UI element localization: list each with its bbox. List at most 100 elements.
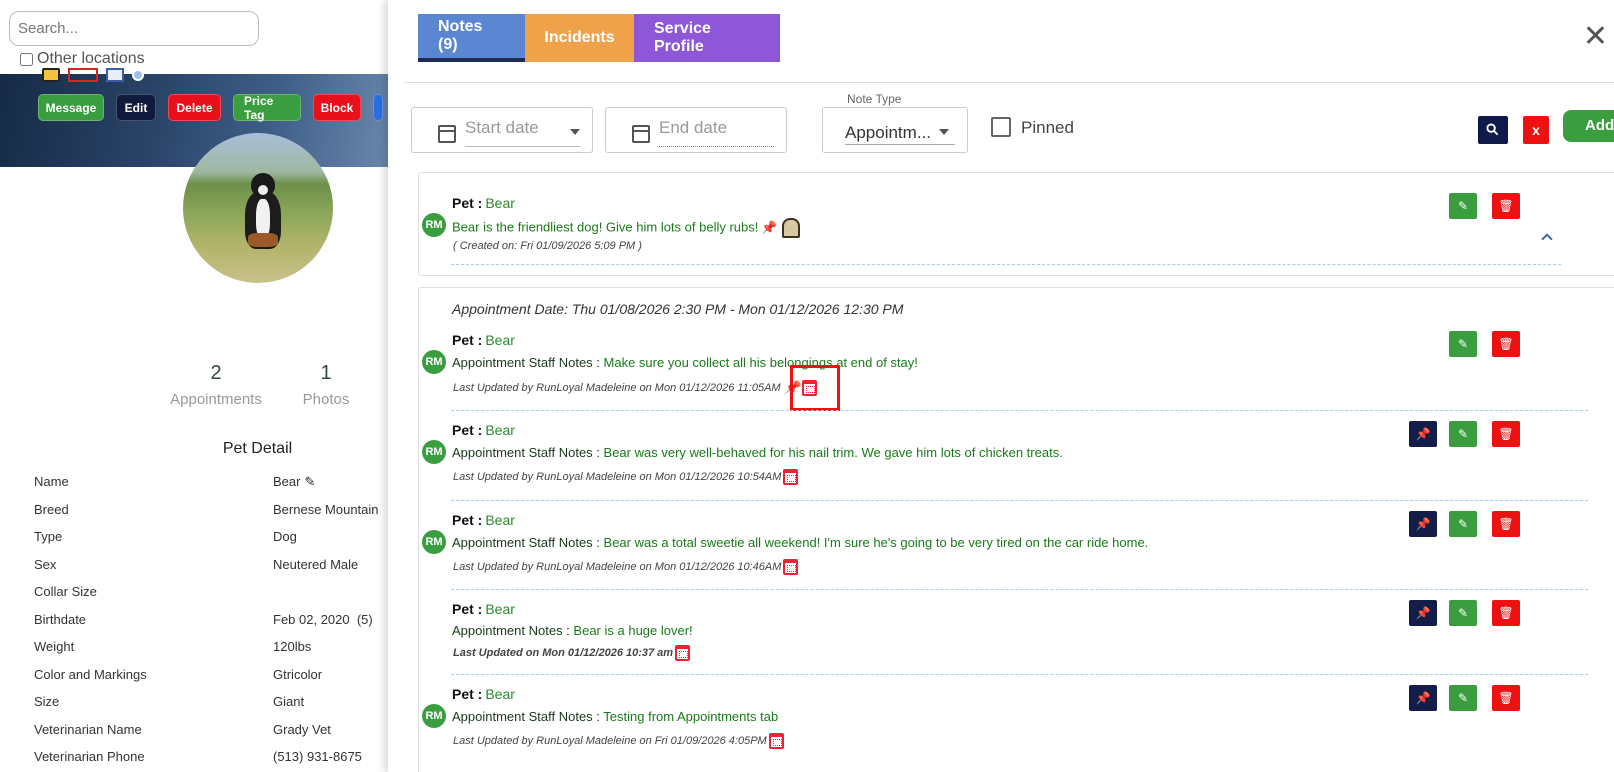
detail-value: 120lbs [273,639,312,654]
note-updated: Last Updated on Mon 01/12/2026 10:37 am [453,646,674,659]
detail-key: Birthdate [34,611,87,627]
note-type-label: Note Type [847,92,902,106]
close-icon[interactable]: ✕ [1583,22,1608,52]
pet-photo[interactable] [183,133,333,283]
end-date-field[interactable]: End date [605,107,787,153]
pencil-icon[interactable]: ✎ [304,474,315,490]
message-button[interactable]: Message [38,94,104,121]
other-locations-toggle[interactable]: Other locations [20,50,145,68]
delete-note-button[interactable]: 🗑 [1492,685,1520,711]
chevron-up-icon[interactable] [1541,233,1553,245]
pet-profile-panel: Other locations Message Edit Delete Pric… [0,0,388,772]
pet-label: Pet : [452,686,483,702]
delete-note-button[interactable]: 🗑 [1492,421,1520,447]
calendar-icon[interactable] [783,559,799,575]
other-locations-label: Other locations [37,50,145,67]
detail-value: Grady Vet [273,721,331,737]
trash-icon: 🗑 [1498,199,1514,213]
pin-note-button[interactable]: 📌 [1409,421,1437,447]
pet-name: Bear [485,195,515,211]
vaccine-icon[interactable] [42,68,60,82]
block-button[interactable]: Block [313,94,361,121]
note-separator [451,410,1588,411]
detail-row-type: Type Dog [34,529,388,557]
edit-button[interactable]: Edit [116,94,156,121]
other-locations-checkbox[interactable] [20,52,33,66]
delete-note-button[interactable]: 🗑 [1492,511,1520,537]
detail-key: Type [34,529,63,544]
note-text: Appointment Staff Notes : Bear was a tot… [452,535,1148,550]
avatar: RM [422,350,446,374]
calendar-icon[interactable] [768,733,784,749]
detail-value: Neutered Male [273,556,359,572]
note-pet: Pet : Bear [452,332,515,348]
add-note-button[interactable]: Add [1563,110,1614,142]
delete-note-button[interactable]: 🗑 [1492,331,1520,357]
detail-row-size: Size Giant [34,694,388,722]
note-updated: Last Updated by RunLoyal Madeleine on Fr… [453,734,767,747]
appointments-stat[interactable]: 2 Appointments [166,362,266,408]
pet-status-icons [42,67,144,83]
tab-incidents[interactable]: Incidents [525,14,634,62]
note-body: Make sure you collect all his belongings… [603,355,918,370]
price-tag-button[interactable]: Price Tag [233,94,301,122]
more-button[interactable] [373,94,383,121]
note-text: Bear is the friendliest dog! Give him lo… [452,218,800,238]
pinned-checkbox[interactable] [991,117,1011,137]
note-separator [451,589,1588,590]
alert-icon[interactable] [68,68,98,82]
pet-name-value: Bear [273,474,301,489]
note-body: Testing from Appointments tab [603,709,779,724]
document-icon[interactable] [106,68,124,82]
photos-count: 1 [320,362,332,384]
detail-row-name: Name Bear ✎ [34,474,388,502]
edit-note-button[interactable]: ✎ [1449,331,1477,357]
search-button[interactable] [1478,116,1508,144]
detail-row-vet-phone: Veterinarian Phone (513) 931-8675 [34,749,388,772]
pin-note-button[interactable]: 📌 [1409,511,1437,537]
detail-key: Breed [34,501,69,517]
start-date-field[interactable]: Start date [411,107,593,153]
note-text: Appointment Notes : Bear is a huge lover… [452,623,693,638]
pin-icon: 📌 [1415,517,1431,531]
pet-name: Bear [485,332,515,348]
detail-row-weight: Weight 120lbs [34,639,388,667]
note-body: Bear was a total sweetie all weekend! I'… [603,535,1149,550]
note-label: Appointment Staff Notes : [452,445,600,460]
calendar-icon[interactable] [783,469,799,485]
tab-notes[interactable]: Notes (9) [418,14,525,62]
edit-note-button[interactable]: ✎ [1449,600,1477,626]
photos-stat[interactable]: 1 Photos [296,362,356,408]
avatar: RM [422,440,446,464]
edit-icon: ✎ [1457,427,1469,441]
pet-name: Bear [485,601,515,617]
pin-note-button[interactable]: 📌 [1409,685,1437,711]
delete-button[interactable]: Delete [168,94,221,121]
pet-label: Pet : [452,512,483,528]
end-date-placeholder: End date [659,118,728,137]
delete-note-button[interactable]: 🗑 [1492,600,1520,626]
search-input[interactable] [9,11,259,46]
note-type-select[interactable]: Appointm... [822,107,968,153]
note-body: Bear was very well-behaved for his nail … [603,445,1063,460]
edit-note-button[interactable]: ✎ [1449,421,1477,447]
kennel-icon [781,218,800,238]
tab-service-profile[interactable]: Service Profile [634,14,780,62]
note-label: Appointment Staff Notes : [452,535,600,550]
pet-action-buttons: Message Edit Delete Price Tag Block [38,94,383,122]
detail-key: Collar Size [34,584,97,599]
edit-note-button[interactable]: ✎ [1449,193,1477,219]
avatar: RM [422,530,446,554]
start-date-placeholder: Start date [465,118,539,137]
edit-note-button[interactable]: ✎ [1449,511,1477,537]
clear-filters-button[interactable]: x [1523,116,1549,144]
note-meta: Last Updated by RunLoyal Madeleine on Mo… [453,380,817,396]
detail-row-sex: Sex Neutered Male [34,557,388,585]
calendar-icon[interactable] [675,645,691,661]
detail-row-color: Color and Markings Gtricolor [34,667,388,695]
edit-note-button[interactable]: ✎ [1449,685,1477,711]
delete-note-button[interactable]: 🗑 [1492,193,1520,219]
info-icon[interactable] [132,69,144,81]
pet-label: Pet : [452,422,483,438]
pin-note-button[interactable]: 📌 [1409,600,1437,626]
